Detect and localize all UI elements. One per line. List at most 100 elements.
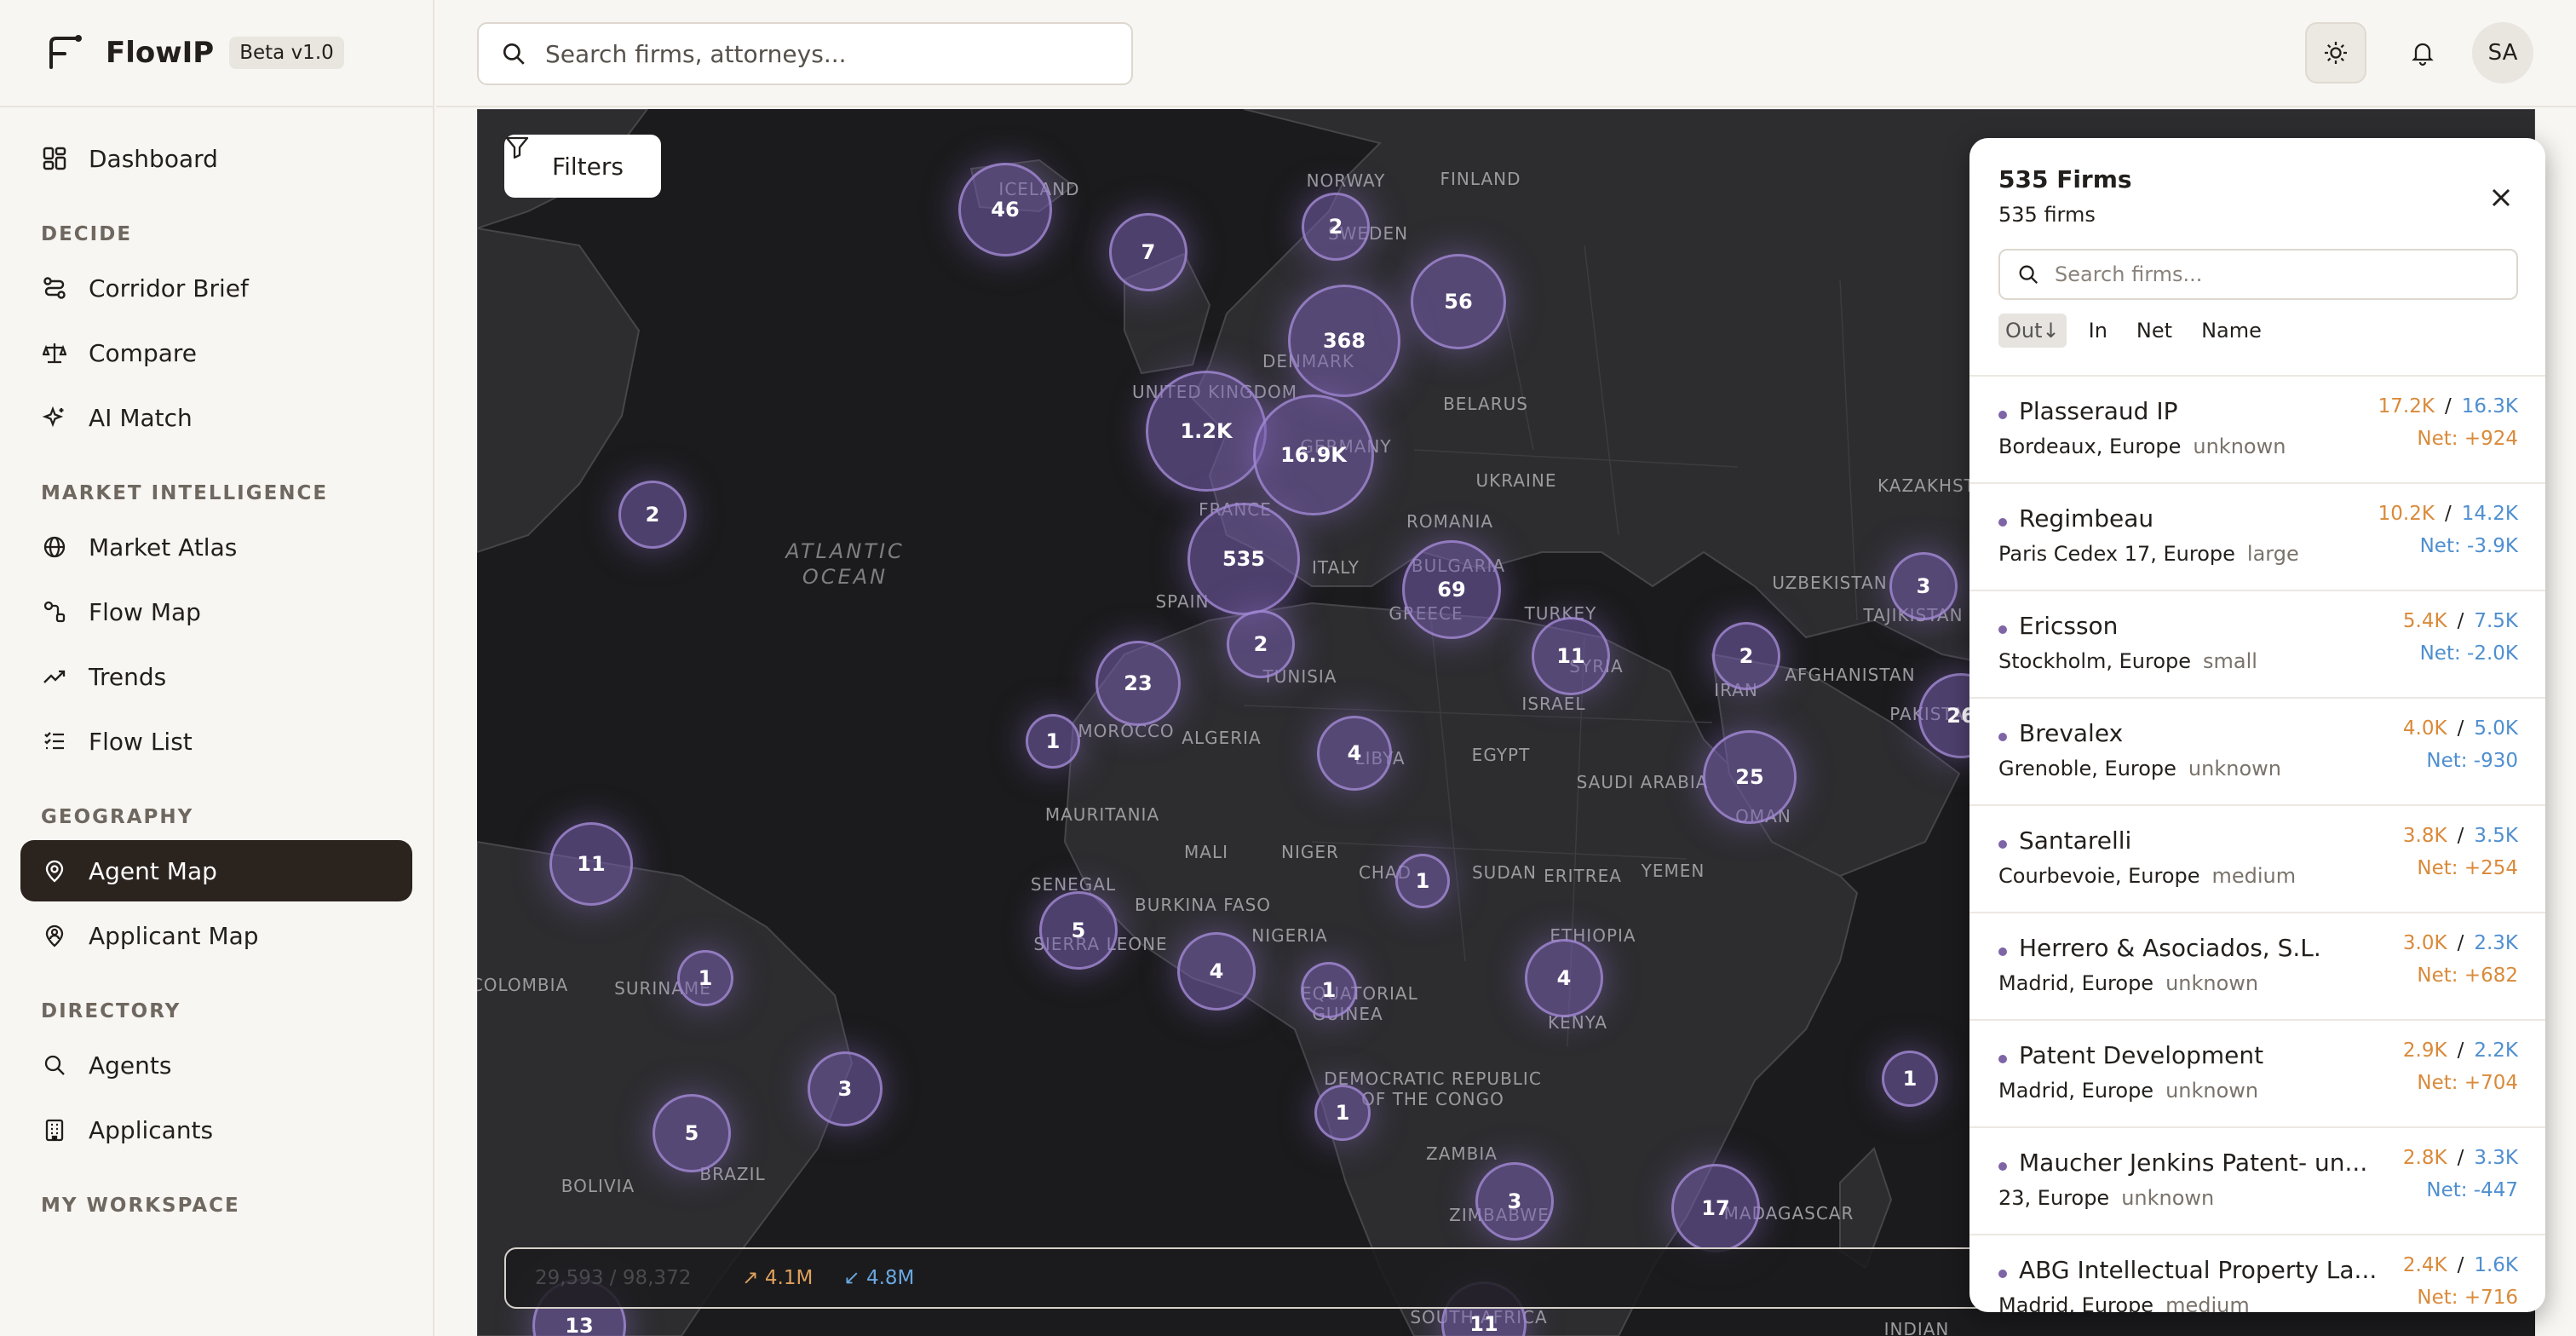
map-cluster[interactable]: 69	[1402, 540, 1501, 639]
firm-row[interactable]: Plasseraud IP Bordeaux, Europe unknown 17…	[1969, 377, 2545, 484]
firm-in: 14.2K	[2461, 503, 2518, 525]
map-cluster[interactable]: 4	[1525, 939, 1603, 1017]
firm-row[interactable]: Ericsson Stockholm, Europe small 5.4K/7.5…	[1969, 591, 2545, 699]
firm-row[interactable]: ABG Intellectual Property La... Madrid, …	[1969, 1235, 2545, 1312]
firm-row[interactable]: Herrero & Asociados, S.L. Madrid, Europe…	[1969, 913, 2545, 1021]
map-cluster[interactable]: 3	[1475, 1162, 1554, 1241]
firm-size: unknown	[2193, 435, 2286, 458]
sidebar-item-flow-map[interactable]: Flow Map	[20, 581, 412, 642]
filters-label: Filters	[552, 152, 624, 181]
firm-dot	[1998, 411, 2007, 419]
sidebar-item-corridor-brief[interactable]: Corridor Brief	[20, 257, 412, 319]
section-directory: DIRECTORY	[41, 1000, 181, 1022]
map-cluster[interactable]: 1	[1314, 1085, 1371, 1141]
sidebar-item-ai-match[interactable]: AI Match	[20, 387, 412, 448]
notifications-button[interactable]	[2392, 22, 2453, 84]
sidebar-item-market-atlas[interactable]: Market Atlas	[20, 516, 412, 578]
firm-out: 2.4K	[2402, 1254, 2447, 1276]
sidebar-item-applicants[interactable]: Applicants	[20, 1099, 412, 1160]
map-cluster[interactable]: 5	[653, 1094, 731, 1172]
user-avatar[interactable]: SA	[2472, 22, 2533, 84]
firm-flows: 10.2K/14.2K	[2378, 503, 2518, 525]
map-cluster[interactable]: 2	[1712, 622, 1780, 690]
country-label: BELARUS	[1443, 394, 1528, 414]
map-cluster[interactable]: 1	[1026, 714, 1080, 769]
sidebar-item-label: Market Atlas	[89, 533, 238, 561]
firm-location: Grenoble, Europe unknown	[1998, 757, 2281, 780]
map-cluster[interactable]: 3	[808, 1051, 883, 1126]
map-cluster[interactable]: 46	[958, 163, 1052, 256]
firm-name: Herrero & Asociados, S.L.	[2019, 934, 2321, 962]
firm-search-placeholder: Search firms...	[2055, 262, 2203, 286]
map-cluster[interactable]: 1	[1395, 854, 1450, 908]
firm-row[interactable]: Santarelli Courbevoie, Europe medium 3.8K…	[1969, 806, 2545, 913]
sidebar-item-trends[interactable]: Trends	[20, 646, 412, 707]
map-cluster[interactable]: 11	[549, 822, 633, 906]
map-cluster[interactable]: 3	[1889, 552, 1958, 620]
firm-location: Bordeaux, Europe unknown	[1998, 435, 2286, 458]
panel-title: 535 Firms	[1998, 165, 2132, 193]
country-label: MALI	[1184, 842, 1228, 862]
map-cluster[interactable]: 2	[1227, 610, 1295, 678]
sort-tab-out[interactable]: Out↓	[1998, 314, 2067, 348]
map-cluster[interactable]: 2	[618, 481, 687, 549]
sun-icon	[2325, 42, 2347, 64]
map-cluster[interactable]: 2	[1302, 193, 1370, 261]
firm-row[interactable]: Patent Development Madrid, Europe unknown…	[1969, 1021, 2545, 1128]
map-cluster[interactable]: 1	[677, 950, 733, 1006]
version-badge: Beta v1.0	[229, 37, 344, 69]
sidebar-item-flow-list[interactable]: Flow List	[20, 711, 412, 772]
sort-tab-in[interactable]: In	[2082, 314, 2114, 348]
map-cluster[interactable]: 4	[1317, 716, 1392, 791]
sidebar-item-compare[interactable]: Compare	[20, 322, 412, 383]
firm-row[interactable]: Brevalex Grenoble, Europe unknown 4.0K/5.…	[1969, 699, 2545, 806]
country-label: UZBEKISTAN	[1772, 573, 1888, 593]
firm-size: medium	[2211, 864, 2297, 888]
map-cluster[interactable]: 1	[1301, 962, 1357, 1018]
map-cluster[interactable]: 1	[1882, 1051, 1938, 1107]
firm-out: 17.2K	[2378, 395, 2435, 418]
map-cluster[interactable]: 368	[1288, 285, 1400, 397]
close-panel-button[interactable]	[2484, 181, 2518, 215]
section-decide: DECIDE	[41, 223, 133, 245]
firm-row[interactable]: Regimbeau Paris Cedex 17, Europe large 10…	[1969, 484, 2545, 591]
firm-out: 10.2K	[2378, 503, 2435, 525]
sort-tab-name[interactable]: Name	[2194, 314, 2268, 348]
firm-location: Paris Cedex 17, Europe large	[1998, 542, 2299, 566]
map-cluster[interactable]: 1.2K	[1146, 371, 1267, 492]
firm-row[interactable]: Maucher Jenkins Patent- un... 23, Europe…	[1969, 1128, 2545, 1235]
firm-in: 3.3K	[2474, 1147, 2518, 1169]
sidebar-item-agents[interactable]: Agents	[20, 1034, 412, 1096]
map-cluster[interactable]: 25	[1703, 730, 1797, 824]
firm-name: Patent Development	[2019, 1041, 2264, 1069]
sidebar-item-dashboard[interactable]: Dashboard	[20, 128, 412, 189]
map-cluster[interactable]: 17	[1671, 1164, 1760, 1252]
map-cluster[interactable]: 23	[1095, 641, 1181, 726]
sidebar-item-applicant-map[interactable]: Applicant Map	[20, 905, 412, 966]
map-cluster[interactable]: 4	[1177, 932, 1256, 1011]
map-cluster[interactable]: 535	[1187, 503, 1300, 615]
map-cluster[interactable]: 11	[1532, 617, 1610, 695]
theme-toggle-button[interactable]	[2305, 22, 2366, 84]
section-my-workspace: MY WORKSPACE	[41, 1195, 240, 1217]
map-cluster[interactable]: 56	[1411, 254, 1506, 349]
firm-count-stat: 29,593 / 98,372	[535, 1267, 692, 1289]
firm-net: Net: -447	[2426, 1179, 2518, 1201]
firm-search-input[interactable]: Search firms...	[1998, 249, 2518, 300]
app-name: FlowIP	[106, 36, 215, 70]
map-cluster[interactable]: 5	[1039, 891, 1118, 970]
filters-button[interactable]: Filters	[504, 135, 661, 198]
firm-flows: 4.0K/5.0K	[2402, 717, 2518, 740]
sparkles-icon	[41, 404, 68, 431]
sidebar-item-agent-map[interactable]: Agent Map	[20, 840, 412, 901]
sort-tab-net[interactable]: Net	[2130, 314, 2179, 348]
firm-location-text: Madrid, Europe	[1998, 1079, 2154, 1103]
firm-flows: 3.0K/2.3K	[2402, 932, 2518, 954]
firm-dot	[1998, 733, 2007, 741]
map-cluster[interactable]: 16.9K	[1253, 394, 1374, 515]
firm-net: Net: +704	[2417, 1072, 2518, 1094]
map-cluster[interactable]: 7	[1109, 213, 1187, 291]
country-label: SAUDI ARABIA	[1576, 772, 1709, 792]
firm-dot	[1998, 518, 2007, 527]
global-search-input[interactable]: Search firms, attorneys...	[477, 22, 1133, 85]
